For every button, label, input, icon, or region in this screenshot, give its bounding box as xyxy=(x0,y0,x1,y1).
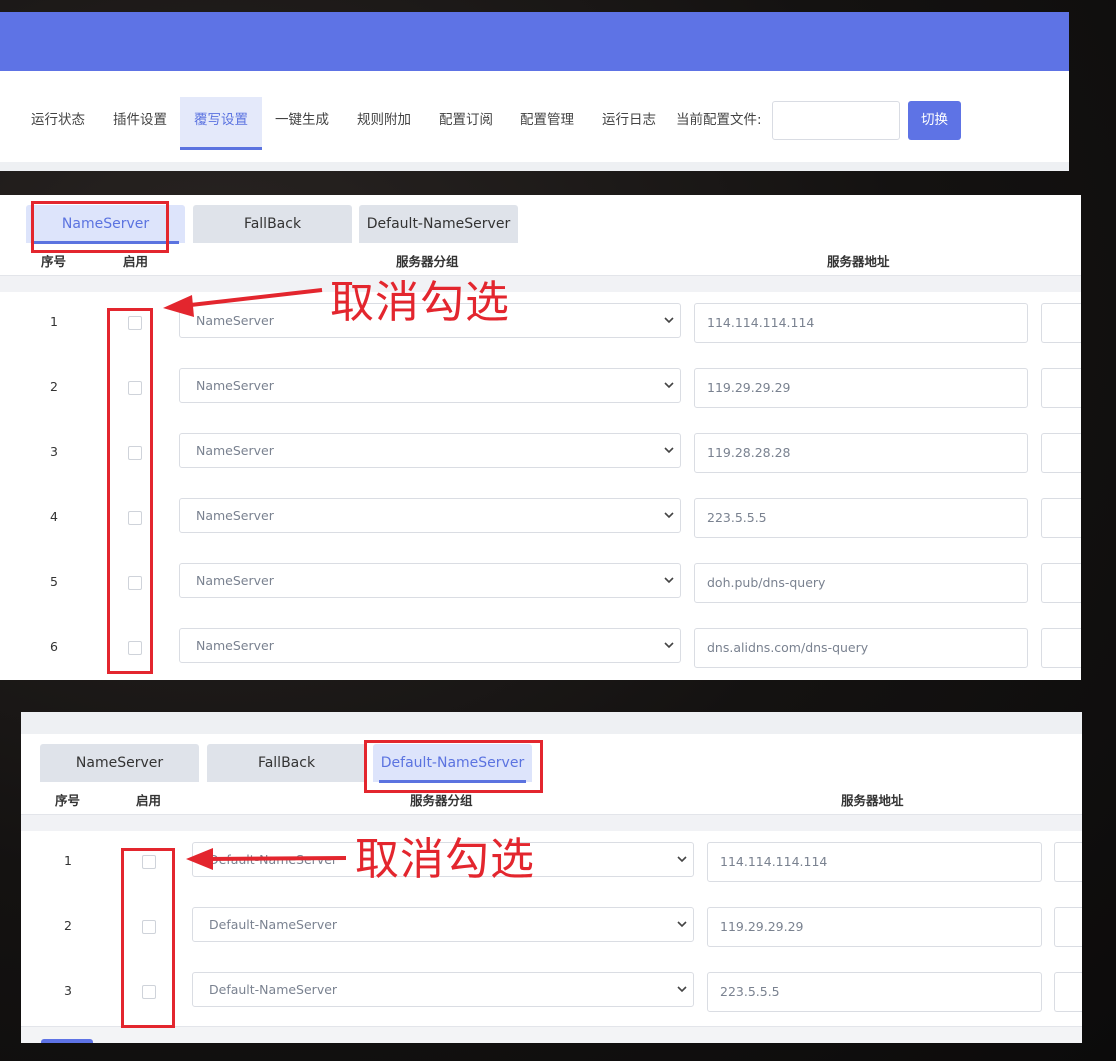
annotation-uncheck-1: 取消勾选 xyxy=(330,277,510,328)
arrow-2-head xyxy=(186,848,213,870)
arrow-annotations xyxy=(163,288,347,870)
arrow-1-head xyxy=(163,295,194,317)
annotation-uncheck-2: 取消勾选 xyxy=(355,834,535,885)
arrow-1-line xyxy=(181,288,323,308)
arrow-2-line xyxy=(205,856,347,861)
